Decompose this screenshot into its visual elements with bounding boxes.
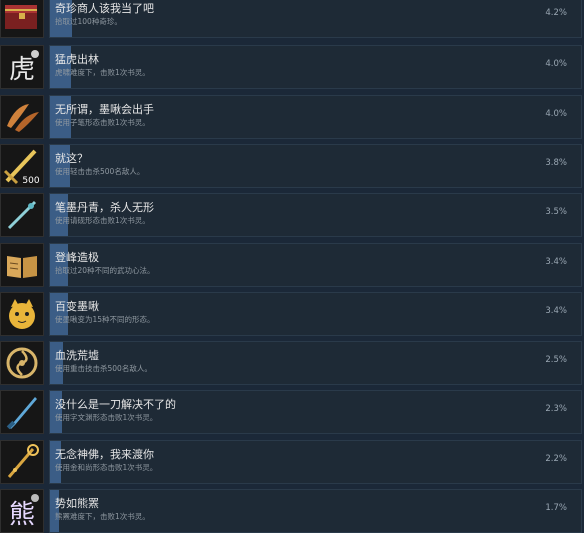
achievement-row[interactable]: 没什么是一刀解决不了的 使用字文渊形态击败1次书灵。 2.3% [0, 390, 584, 434]
svg-text:500: 500 [22, 176, 39, 186]
unlock-percent: 3.8% [545, 158, 567, 168]
achievement-title: 笔墨丹青，杀人无形 [55, 201, 154, 214]
achievement-title: 就这？ [55, 152, 88, 165]
brush-sword-icon [0, 193, 44, 237]
unlock-percent: 4.2% [545, 8, 567, 18]
progress-bar: 无念神佛，我来渡你 使用金和尚形态击败1次书灵。 2.2% [49, 440, 582, 484]
achievement-description: 虎啸难度下，击败1次书灵。 [55, 68, 150, 77]
progress-bar: 猛虎出林 虎啸难度下，击败1次书灵。 4.0% [49, 45, 582, 89]
feather-blades-icon [0, 95, 44, 139]
achievement-list: 奇珍商人该我当了吧 拾取过100种奇珍。 4.2% 虎 猛虎出林 虎啸难度下，击… [0, 0, 584, 533]
progress-bar: 血洗荒墟 使用重击技击杀500名敌人。 2.5% [49, 341, 582, 385]
achievement-title: 百变墨啾 [55, 300, 99, 313]
achievement-title: 没什么是一刀解决不了的 [55, 398, 176, 411]
sword-500-icon: 500 [0, 144, 44, 188]
achievement-description: 使用字文渊形态击败1次书灵。 [55, 413, 158, 422]
unlock-percent: 4.0% [545, 109, 567, 119]
unlock-percent: 3.4% [545, 257, 567, 267]
progress-bar: 没什么是一刀解决不了的 使用字文渊形态击败1次书灵。 2.3% [49, 390, 582, 434]
achievement-description: 拾取过20种不同的武功心法。 [55, 266, 155, 275]
unlock-percent: 4.0% [545, 59, 567, 69]
achievement-title: 猛虎出林 [55, 53, 99, 66]
treasure-chest-icon [0, 0, 44, 38]
achievement-description: 使用金和尚形态击败1次书灵。 [55, 463, 158, 472]
bird-mascot-icon [0, 292, 44, 336]
progress-bar: 百变墨啾 使墨啾变为15种不同的形态。 3.4% [49, 292, 582, 336]
unlock-percent: 2.2% [545, 454, 567, 464]
tiger-calligraphy-icon: 虎 [0, 45, 44, 89]
svg-text:熊: 熊 [9, 500, 35, 530]
progress-bar: 就这？ 使用轻击击杀500名敌人。 3.8% [49, 144, 582, 188]
achievement-description: 熊罴难度下，击败1次书灵。 [55, 512, 150, 521]
achievement-row[interactable]: 百变墨啾 使墨啾变为15种不同的形态。 3.4% [0, 292, 584, 336]
progress-bar: 无所谓，墨啾会出手 使用子笔形态击败1次书灵。 4.0% [49, 95, 582, 139]
achievement-description: 使用请砚形态击败1次书灵。 [55, 216, 150, 225]
achievement-title: 血洗荒墟 [55, 349, 99, 362]
unlock-percent: 2.3% [545, 404, 567, 414]
progress-bar: 势如熊罴 熊罴难度下，击败1次书灵。 1.7% [49, 489, 582, 533]
achievement-row[interactable]: 登峰造极 拾取过20种不同的武功心法。 3.4% [0, 243, 584, 287]
achievement-row[interactable]: 奇珍商人该我当了吧 拾取过100种奇珍。 4.2% [0, 0, 584, 38]
achievement-row[interactable]: 笔墨丹青，杀人无形 使用请砚形态击败1次书灵。 3.5% [0, 193, 584, 237]
broadsword-icon [0, 390, 44, 434]
achievement-title: 登峰造极 [55, 251, 99, 264]
achievement-description: 使用子笔形态击败1次书灵。 [55, 118, 150, 127]
achievement-title: 无念神佛，我来渡你 [55, 448, 154, 461]
open-book-icon [0, 243, 44, 287]
achievement-title: 奇珍商人该我当了吧 [55, 2, 154, 15]
achievement-row[interactable]: 500 就这？ 使用轻击击杀500名敌人。 3.8% [0, 144, 584, 188]
unlock-percent: 3.4% [545, 306, 567, 316]
achievement-description: 使用重击技击杀500名敌人。 [55, 364, 152, 373]
achievement-title: 无所谓，墨啾会出手 [55, 103, 154, 116]
achievement-row[interactable]: 血洗荒墟 使用重击技击杀500名敌人。 2.5% [0, 341, 584, 385]
unlock-percent: 3.5% [545, 207, 567, 217]
achievement-description: 拾取过100种奇珍。 [55, 17, 122, 26]
bear-calligraphy-icon: 熊 [0, 489, 44, 533]
achievement-row[interactable]: 无念神佛，我来渡你 使用金和尚形态击败1次书灵。 2.2% [0, 440, 584, 484]
achievement-title: 势如熊罴 [55, 497, 99, 510]
achievement-row[interactable]: 虎 猛虎出林 虎啸难度下，击败1次书灵。 4.0% [0, 45, 584, 89]
progress-bar: 奇珍商人该我当了吧 拾取过100种奇珍。 4.2% [49, 0, 582, 38]
achievement-description: 使墨啾变为15种不同的形态。 [55, 315, 155, 324]
swirl-emblem-icon [0, 341, 44, 385]
svg-text:虎: 虎 [9, 55, 35, 85]
achievement-row[interactable]: 熊 势如熊罴 熊罴难度下，击败1次书灵。 1.7% [0, 489, 584, 533]
progress-bar: 登峰造极 拾取过20种不同的武功心法。 3.4% [49, 243, 582, 287]
golden-staff-icon [0, 440, 44, 484]
achievement-description: 使用轻击击杀500名敌人。 [55, 167, 145, 176]
unlock-percent: 1.7% [545, 503, 567, 513]
achievement-row[interactable]: 无所谓，墨啾会出手 使用子笔形态击败1次书灵。 4.0% [0, 95, 584, 139]
unlock-percent: 2.5% [545, 355, 567, 365]
progress-bar: 笔墨丹青，杀人无形 使用请砚形态击败1次书灵。 3.5% [49, 193, 582, 237]
